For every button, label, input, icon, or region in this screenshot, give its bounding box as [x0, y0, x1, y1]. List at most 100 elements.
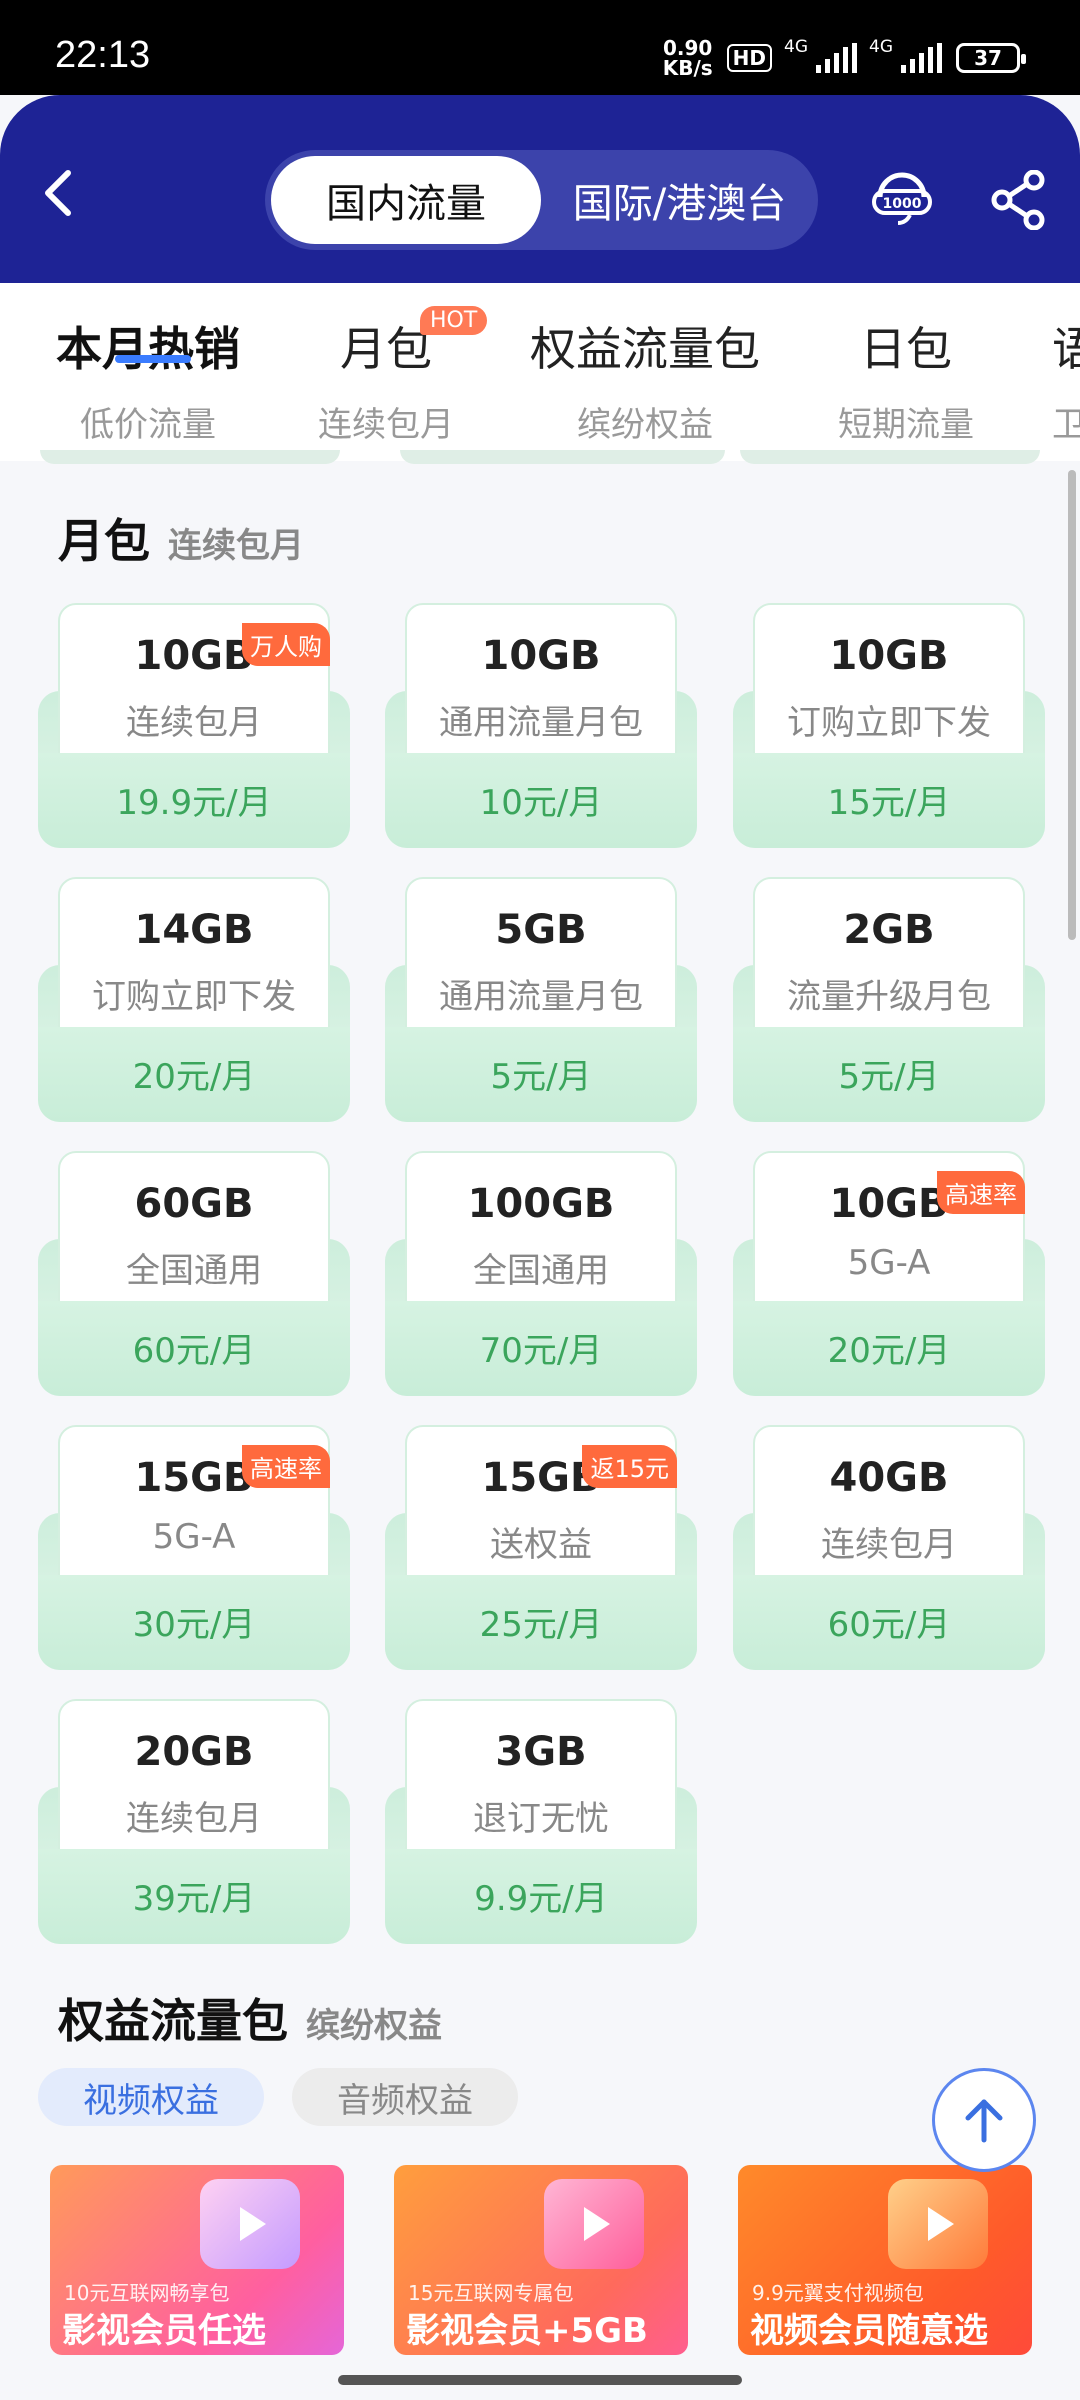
promo-card[interactable]: 9.9元翼支付视频包 视频会员随意选 [738, 2165, 1032, 2355]
plan-data-amount: 14GB [134, 907, 254, 953]
card-edge [40, 450, 340, 464]
promo-subtitle: 10元互联网畅享包 [64, 2281, 230, 2305]
scrollbar[interactable] [1068, 470, 1076, 940]
plan-data-amount: 20GB [134, 1729, 254, 1775]
section-subtitle: 缤纷权益 [306, 2006, 442, 2046]
category-title: 本月热销 [56, 322, 240, 376]
back-icon[interactable] [38, 163, 78, 233]
active-tab-indicator [115, 355, 191, 363]
category-tab-more[interactable]: 语 卫 [1052, 313, 1080, 446]
section-monthly-header: 月包 连续包月 [58, 505, 304, 571]
plan-description: 5G-A [847, 1243, 931, 1283]
scroll-to-top-button[interactable] [932, 2068, 1036, 2172]
region-toggle: 国内流量 国际/港澳台 [265, 150, 818, 250]
plan-description: 流量升级月包 [787, 977, 991, 1017]
signal-icon: 4G [784, 37, 857, 73]
data-plan-card[interactable]: 5GB 通用流量月包 5元/月 [385, 877, 697, 1122]
plan-data-amount: 60GB [134, 1181, 254, 1227]
plan-price: 20元/月 [827, 1331, 951, 1371]
plan-description: 全国通用 [126, 1251, 262, 1291]
data-plan-card[interactable]: 15GB 5G-A 30元/月 高速率 [38, 1425, 350, 1670]
pill-video-rights[interactable]: 视频权益 [38, 2068, 264, 2126]
network-speed: 0.90 KB/s [663, 38, 713, 78]
plan-price: 39元/月 [132, 1879, 256, 1919]
plan-data-amount: 2GB [843, 907, 935, 953]
data-plan-card[interactable]: 10GB 通用流量月包 10元/月 [385, 603, 697, 848]
network-type: 4G [869, 37, 893, 57]
hd-icon: HD [726, 44, 772, 72]
plan-badge: 万人购 [242, 623, 330, 666]
plan-data-amount: 40GB [829, 1455, 949, 1501]
plan-price: 60元/月 [827, 1605, 951, 1645]
plan-price: 60元/月 [132, 1331, 256, 1371]
plan-data-amount: 5GB [495, 907, 587, 953]
category-subtitle: 卫 [1052, 405, 1080, 445]
customer-service-10000-icon[interactable]: 1000 [870, 167, 934, 235]
plan-data-amount: 10GB [481, 633, 601, 679]
category-title: 日包 [860, 322, 952, 376]
category-tab-hot[interactable]: 本月热销 低价流量 [56, 313, 240, 446]
network-type: 4G [784, 37, 808, 57]
data-plan-card[interactable]: 10GB 连续包月 19.9元/月 万人购 [38, 603, 350, 848]
section-rights-header: 权益流量包 缤纷权益 [58, 1985, 442, 2051]
home-indicator[interactable] [338, 2375, 742, 2385]
plan-badge: 高速率 [242, 1445, 330, 1488]
card-edge [740, 450, 1040, 464]
promo-title: 影视会员任选 [62, 2311, 266, 2351]
category-title: 权益流量包 [530, 322, 760, 376]
data-plan-card[interactable]: 15GB 送权益 25元/月 返15元 [385, 1425, 697, 1670]
data-plan-card[interactable]: 14GB 订购立即下发 20元/月 [38, 877, 350, 1122]
signal-icon: 4G [869, 37, 942, 73]
plan-price: 30元/月 [132, 1605, 256, 1645]
category-title: 语 [1052, 322, 1080, 376]
promo-subtitle: 9.9元翼支付视频包 [752, 2281, 924, 2305]
battery-level: 37 [974, 46, 1002, 70]
card-edge [400, 450, 725, 464]
tv-play-icon [544, 2179, 644, 2269]
promo-title: 视频会员随意选 [750, 2311, 988, 2351]
hot-badge: HOT [420, 306, 488, 335]
promo-card[interactable]: 10元互联网畅享包 影视会员任选 [50, 2165, 344, 2355]
clock: 22:13 [55, 34, 151, 76]
share-icon[interactable] [990, 169, 1046, 234]
plan-price: 19.9元/月 [116, 783, 272, 823]
section-title: 月包 [58, 514, 150, 568]
clapper-play-icon [888, 2179, 988, 2269]
plan-data-amount: 3GB [495, 1729, 587, 1775]
promo-title: 影视会员+5GB [406, 2311, 648, 2351]
category-tab-daily[interactable]: 日包 短期流量 [838, 313, 974, 446]
plan-description: 5G-A [152, 1517, 236, 1557]
battery-icon: 37 [956, 43, 1026, 73]
data-plan-card[interactable]: 20GB 连续包月 39元/月 [38, 1699, 350, 1944]
tab-domestic[interactable]: 国内流量 [271, 156, 541, 244]
data-plan-card[interactable]: 10GB 5G-A 20元/月 高速率 [733, 1151, 1045, 1396]
plan-data-amount: 100GB [467, 1181, 615, 1227]
data-plan-card[interactable]: 3GB 退订无忧 9.9元/月 [385, 1699, 697, 1944]
plan-price: 70元/月 [479, 1331, 603, 1371]
plan-description: 退订无忧 [473, 1799, 609, 1839]
category-subtitle: 短期流量 [838, 405, 974, 445]
plan-price: 20元/月 [132, 1057, 256, 1097]
category-tabs: 本月热销 低价流量 月包 连续包月 HOT 权益流量包 缤纷权益 日包 短期流量… [0, 283, 1080, 461]
pill-audio-rights[interactable]: 音频权益 [292, 2068, 518, 2126]
plan-description: 连续包月 [126, 703, 262, 743]
plan-description: 通用流量月包 [439, 703, 643, 743]
data-plan-card[interactable]: 10GB 订购立即下发 15元/月 [733, 603, 1045, 848]
svg-text:1000: 1000 [883, 196, 922, 212]
data-plan-card[interactable]: 2GB 流量升级月包 5元/月 [733, 877, 1045, 1122]
category-tab-rights[interactable]: 权益流量包 缤纷权益 [530, 313, 760, 446]
data-plan-card[interactable]: 100GB 全国通用 70元/月 [385, 1151, 697, 1396]
promo-subtitle: 15元互联网专属包 [408, 2281, 574, 2305]
plan-description: 连续包月 [821, 1525, 957, 1565]
speed-unit: KB/s [662, 56, 713, 80]
data-plan-card[interactable]: 40GB 连续包月 60元/月 [733, 1425, 1045, 1670]
plan-price: 25元/月 [479, 1605, 603, 1645]
status-bar: 22:13 0.90 KB/s HD 4G 4G 37 [0, 0, 1080, 95]
plan-price: 9.9元/月 [474, 1879, 608, 1919]
tab-international[interactable]: 国际/港澳台 [541, 171, 818, 229]
plan-description: 送权益 [490, 1525, 592, 1565]
data-plan-card[interactable]: 60GB 全国通用 60元/月 [38, 1151, 350, 1396]
plan-description: 订购立即下发 [92, 977, 296, 1017]
plan-description: 连续包月 [126, 1799, 262, 1839]
promo-card[interactable]: 15元互联网专属包 影视会员+5GB [394, 2165, 688, 2355]
